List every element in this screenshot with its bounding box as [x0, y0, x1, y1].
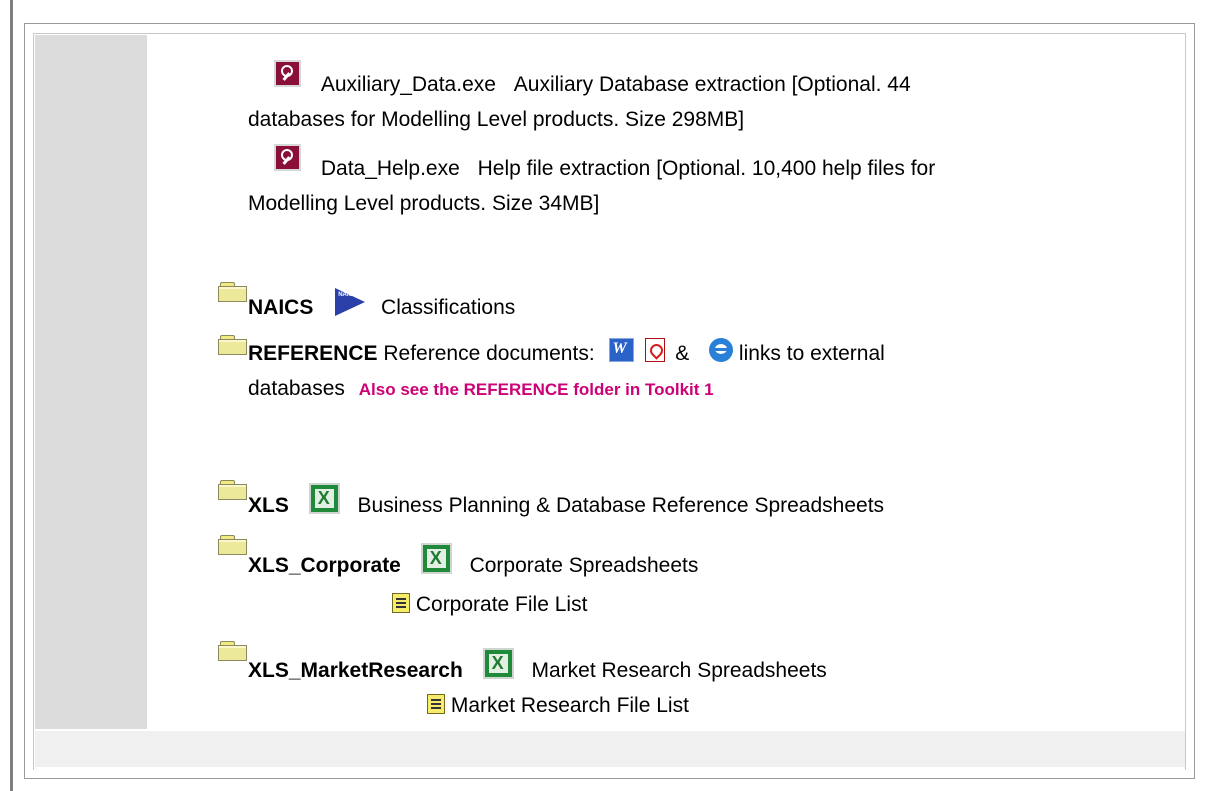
folder-xls-corporate: XLS_Corporate Corporate Spreadsheets — [248, 542, 699, 583]
folder-icon[interactable] — [218, 335, 248, 356]
reference-description-line2: databases — [248, 377, 345, 400]
xls-marketresearch-folder-name[interactable]: XLS_MarketResearch — [248, 659, 463, 682]
folder-xls-marketresearch: XLS_MarketResearch Market Research Sprea… — [248, 647, 827, 688]
document-list-icon — [392, 593, 410, 614]
xls-corporate-folder-name[interactable]: XLS_Corporate — [248, 554, 401, 577]
download-data-help: Data_Help.exe Help file extraction [Opti… — [248, 143, 1148, 221]
internet-explorer-icon — [709, 338, 734, 363]
market-research-file-list-label[interactable]: Market Research File List — [451, 694, 689, 717]
reference-toolkit-note[interactable]: Also see the REFERENCE folder in Toolkit… — [359, 380, 714, 399]
auxiliary-data-description-1: Auxiliary Database extraction [Optional.… — [513, 73, 911, 96]
folder-reference: REFERENCE Reference documents: & links t… — [248, 336, 1148, 407]
reference-description-2: links to external — [738, 342, 885, 365]
xls-corporate-description: Corporate Spreadsheets — [469, 554, 699, 577]
folder-icon[interactable] — [218, 641, 248, 662]
reference-ampersand: & — [675, 342, 690, 365]
access-key-icon — [274, 59, 301, 87]
data-help-filename[interactable]: Data_Help.exe — [321, 157, 460, 180]
folder-icon[interactable] — [218, 480, 248, 501]
frame-inner-right — [1185, 33, 1186, 770]
frame-inner-left — [33, 33, 34, 770]
naics-logo-icon — [335, 288, 366, 317]
folder-icon[interactable] — [218, 535, 248, 556]
auxiliary-data-description-2: databases for Modelling Level products. … — [248, 108, 745, 131]
reference-folder-name[interactable]: REFERENCE — [248, 342, 378, 365]
frame-inner-top — [33, 33, 1186, 34]
auxiliary-data-link[interactable] — [274, 59, 307, 96]
auxiliary-data-filename[interactable]: Auxiliary_Data.exe — [321, 73, 496, 96]
corporate-file-list-label[interactable]: Corporate File List — [416, 593, 588, 616]
naics-description: Classifications — [381, 296, 516, 319]
reference-description-1: Reference documents: — [383, 342, 595, 365]
naics-folder-name[interactable]: NAICS — [248, 296, 313, 319]
xls-folder-name[interactable]: XLS — [248, 494, 289, 517]
excel-icon — [482, 647, 514, 679]
left-gray-column — [35, 35, 147, 729]
bottom-gray-strip — [35, 731, 1185, 767]
access-key-icon — [274, 143, 301, 171]
left-rule — [10, 0, 13, 791]
data-help-link[interactable] — [274, 143, 307, 180]
document-list-icon — [427, 694, 445, 715]
excel-icon — [420, 542, 452, 574]
market-research-file-list-link[interactable]: Market Research File List — [427, 688, 689, 723]
word-icon — [608, 338, 634, 363]
download-auxiliary-data: Auxiliary_Data.exe Auxiliary Database ex… — [248, 59, 1148, 137]
xls-marketresearch-description: Market Research Spreadsheets — [531, 659, 827, 682]
data-help-description-2: Modelling Level products. Size 34MB] — [248, 192, 600, 215]
data-help-description-1: Help file extraction [Optional. 10,400 h… — [477, 157, 936, 180]
folder-icon[interactable] — [218, 282, 248, 303]
pdf-icon — [645, 338, 666, 363]
corporate-file-list-link[interactable]: Corporate File List — [392, 587, 587, 622]
folder-naics: NAICS Classifications — [248, 288, 516, 325]
excel-icon — [308, 482, 340, 514]
xls-description: Business Planning & Database Reference S… — [357, 494, 885, 517]
folder-xls: XLS Business Planning & Database Referen… — [248, 482, 885, 523]
